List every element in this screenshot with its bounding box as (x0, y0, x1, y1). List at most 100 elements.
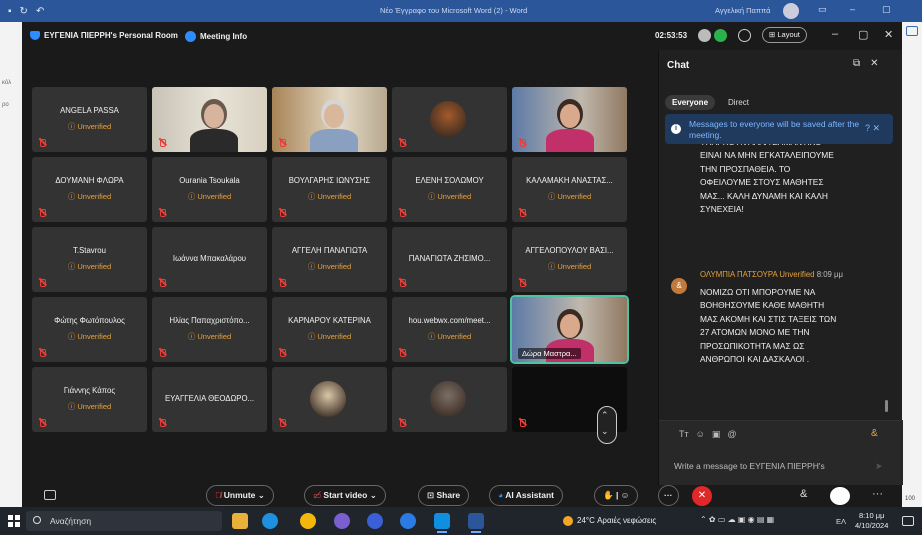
save-icon[interactable]: ▪ (8, 6, 12, 17)
weather-text: 24°C Αραιές νεφώσεις (577, 516, 657, 526)
participant-tile[interactable] (272, 367, 387, 432)
zoom-taskbar-icon[interactable] (367, 513, 383, 529)
start-video-button[interactable]: ▭̸ Start video ⌄ (304, 485, 386, 506)
participant-tile[interactable]: Ηλίας Παπαχριστόπο... ⓘ Unverified (152, 297, 267, 362)
participant-tile[interactable] (392, 87, 507, 152)
participant-tile[interactable]: ΒΟΥΛΓΑΡΗΣ ΙΩΝΥΣΗΣ ⓘ Unverified (272, 157, 387, 222)
participant-tile[interactable] (272, 87, 387, 152)
windows-start-icon[interactable] (8, 515, 20, 527)
view-icon[interactable] (738, 29, 751, 42)
participant-tile[interactable] (392, 367, 507, 432)
mic-muted-icon (39, 209, 46, 218)
ai-assistant-label: AI Assistant (505, 490, 554, 500)
chat-icon[interactable] (830, 487, 850, 505)
notifications-icon[interactable] (902, 516, 914, 526)
share-icon: ⊡ (427, 490, 435, 500)
participant-tile[interactable]: ΕΛΕΝΗ ΣΟΛΩΜΟΥ ⓘ Unverified (392, 157, 507, 222)
participant-tile[interactable]: Ιωάννα Μπακαλάρου (152, 227, 267, 292)
participant-tile[interactable]: Ourania Tsoukala ⓘ Unverified (152, 157, 267, 222)
zoom-maximize-icon[interactable]: ▢ (858, 28, 868, 41)
participant-tile[interactable]: ΔΟΥΜΑΝΗ ΦΛΩΡΑ ⓘ Unverified (32, 157, 147, 222)
more-button[interactable]: ··· (658, 485, 679, 506)
viber-icon[interactable] (334, 513, 350, 529)
participant-tile[interactable]: hou.webwx.com/meet... ⓘ Unverified (392, 297, 507, 362)
layout-button[interactable]: ⊞ Layout (762, 27, 807, 43)
autosave-icon[interactable]: ↻ (20, 6, 28, 17)
popout-icon[interactable]: ⧉ (853, 58, 860, 69)
minimize-icon[interactable]: – (850, 4, 855, 14)
send-icon[interactable]: ➤ (875, 461, 883, 472)
chat-scrollbar[interactable] (885, 400, 888, 412)
participant-tile[interactable] (152, 87, 267, 152)
screen: ▪ ↻ ↶ Νέο Έγγραφο του Microsoft Word (2)… (0, 0, 922, 535)
participant-tile[interactable]: Δώρα Μαστρα... (510, 295, 629, 364)
word-right-margin: 100 (902, 22, 922, 507)
participants-icon[interactable]: & (800, 488, 807, 500)
zoom-minimize-icon[interactable]: – (832, 28, 838, 40)
format-icon[interactable]: Tт (679, 429, 689, 440)
notice-help-icon[interactable]: ? ✕ (865, 123, 880, 134)
tab-direct[interactable]: Direct (721, 95, 756, 110)
taskbar-search-input[interactable]: Αναζήτηση (26, 511, 222, 531)
share-button[interactable]: ⊡ Share (418, 485, 470, 506)
ai-assistant-icon: ◕ (498, 490, 504, 500)
end-call-button[interactable]: ✕ (692, 486, 712, 506)
unverified-badge: ⓘ Unverified (547, 192, 592, 201)
weather-widget[interactable]: 24°C Αραιές νεφώσεις (563, 516, 656, 526)
reactions-button[interactable]: ✋ | ☺ (594, 485, 639, 506)
chrome-icon[interactable] (300, 513, 316, 529)
screenshot-icon[interactable]: ▣ (712, 429, 721, 440)
gallery-scroll-control[interactable]: ⌃ ⌄ (597, 406, 617, 444)
system-tray-icons[interactable]: ⌃ ✿ ▭ ☁ ▣ ◉ ▤ ▦ (700, 515, 774, 524)
participant-tile[interactable]: ΚΑΡΝΑΡΟΥ ΚΑΤΕΡΙΝΑ ⓘ Unverified (272, 297, 387, 362)
save-notice-text: Messages to everyone will be saved after… (689, 119, 860, 140)
taskbar-clock[interactable]: 8:10 μμ 4/10/2024 (855, 511, 888, 531)
message-line: ΜΑΣ ΑΚΟΜΗ ΚΑΙ ΣΤΙΣ ΤΑΞΕΙΣ ΤΩΝ (700, 313, 837, 324)
zoom-workplace-icon[interactable] (434, 513, 450, 533)
zoom-percent[interactable]: 100 (905, 496, 915, 502)
message-line: ΑΝΘΡΩΠΟΙ ΚΑΙ ΔΑΣΚΑΛΟΙ . (700, 354, 810, 364)
skype-icon[interactable] (400, 513, 416, 529)
language-indicator[interactable]: ΕΛ (836, 517, 846, 526)
zoom-close-icon[interactable]: ✕ (884, 28, 893, 41)
mic-muted-icon (279, 139, 286, 148)
chevron-up-icon[interactable]: ⌃ (601, 410, 609, 421)
ai-assistant-button[interactable]: ◕ AI Assistant (489, 485, 563, 506)
mic-muted-icon (279, 349, 286, 358)
participant-tile[interactable]: Φώτης Φωτόπουλος ⓘ Unverified (32, 297, 147, 362)
participant-tile[interactable]: ΑΓΓΕΛΗ ΠΑΝΑΓΙΩΤΑ ⓘ Unverified (272, 227, 387, 292)
word-user-name[interactable]: Αγγελική Παππά (715, 6, 770, 15)
participant-name: ΚΑΡΝΑΡΟΥ ΚΑΤΕΡΙΝΑ (288, 316, 371, 325)
meeting-info-button[interactable]: Meeting Info (185, 31, 247, 42)
captions-icon[interactable] (44, 490, 56, 500)
mention-icon[interactable]: @ (727, 429, 736, 440)
encryption-icon[interactable] (698, 29, 711, 42)
participant-tile[interactable]: ΚΑΛΑΜΑΚΗ ΑΝΑΣΤΑΣ... ⓘ Unverified (512, 157, 627, 222)
participant-tile[interactable]: ΑΓΓΕΛΟΠΟΥΛΟΥ ΒΑΣΙ... ⓘ Unverified (512, 227, 627, 292)
participant-tile[interactable]: Γιάννης Κάπος ⓘ Unverified (32, 367, 147, 432)
connection-icon[interactable] (714, 29, 727, 42)
tab-everyone[interactable]: Everyone (665, 95, 716, 110)
edge-icon[interactable] (262, 513, 278, 529)
participant-tile[interactable]: ΠΑΝΑΓΙΩΤΑ ΖΗΣΙΜΟ... (392, 227, 507, 292)
emoji-icon[interactable]: ☺ (696, 429, 705, 440)
maximize-icon[interactable]: ▢ (882, 4, 891, 15)
comments-icon[interactable] (906, 26, 918, 36)
chat-message-input[interactable]: Write a message to ΕΥΓΕΝΙΑ ΠΙΕΡΡΗ's (674, 461, 869, 471)
recipient-icon[interactable]: & (871, 428, 878, 439)
chat-close-icon[interactable]: ✕ (870, 58, 878, 69)
mic-muted-icon (159, 349, 166, 358)
more-options-icon[interactable]: ··· (872, 488, 883, 500)
ribbon-display-icon[interactable]: ▭ (818, 4, 827, 15)
participant-tile[interactable]: ANGELA PASSA ⓘ Unverified (32, 87, 147, 152)
chevron-down-icon[interactable]: ⌄ (601, 426, 609, 437)
participant-tile[interactable] (512, 87, 627, 152)
unmute-button[interactable]: 🎙̸ Unmute ⌄ (206, 485, 274, 506)
message-line: ΤΗΝ ΠΡΟΣΠΑΘΕΙΑ. ΤΟ (700, 163, 791, 174)
file-explorer-icon[interactable] (232, 513, 248, 529)
undo-icon[interactable]: ↶ (36, 6, 44, 17)
word-user-avatar[interactable] (783, 3, 799, 19)
participant-tile[interactable]: ΕΥΑΓΓΕΛΙΑ ΘΕΟΔΩΡΟ... (152, 367, 267, 432)
participant-tile[interactable]: T.Stavrou ⓘ Unverified (32, 227, 147, 292)
word-taskbar-icon[interactable] (468, 513, 484, 533)
